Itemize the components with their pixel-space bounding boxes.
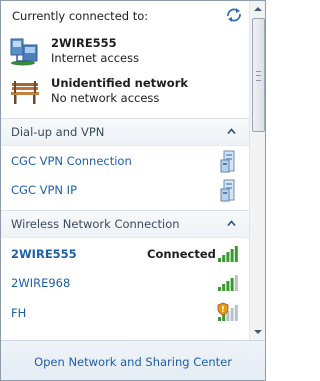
group-header-dialup-vpn[interactable]: Dial-up and VPN	[1, 118, 249, 146]
network-flyout: Currently connected to: 2WIRE555 Interne…	[0, 0, 266, 381]
signal-strength-icon	[218, 275, 238, 291]
security-shield-icon: !	[217, 302, 229, 316]
signal-bar	[226, 281, 230, 291]
collapse-caret-icon[interactable]	[227, 127, 236, 136]
vpn-item-cgc-vpn-ip[interactable]: CGC VPN IP	[1, 178, 249, 202]
wifi-item-fh[interactable]: FH !	[1, 300, 249, 326]
vpn-item-cgc-vpn-connection[interactable]: CGC VPN Connection	[1, 149, 249, 173]
network-list: Currently connected to: 2WIRE555 Interne…	[1, 1, 249, 340]
park-bench-icon	[11, 81, 39, 104]
group-header-wireless[interactable]: Wireless Network Connection	[1, 210, 249, 238]
signal-bar	[222, 255, 226, 262]
collapse-caret-icon[interactable]	[227, 219, 236, 228]
vertical-scrollbar[interactable]	[249, 1, 266, 340]
group-title: Wireless Network Connection	[11, 217, 180, 231]
connected-network-status: No network access	[51, 91, 160, 105]
wifi-item-label: FH	[11, 306, 27, 320]
vpn-item-label: CGC VPN IP	[11, 183, 78, 197]
scroll-up-arrow-icon[interactable]	[250, 1, 266, 17]
signal-bar	[218, 258, 221, 262]
signal-bar	[218, 317, 221, 321]
signal-bar	[234, 305, 238, 321]
network-computers-icon	[10, 38, 38, 66]
thumb-grip	[256, 71, 261, 81]
vpn-item-label: CGC VPN Connection	[11, 154, 132, 168]
group-title: Dial-up and VPN	[11, 125, 105, 139]
signal-bar	[234, 246, 238, 262]
connected-network-name: 2WIRE555	[51, 36, 117, 50]
signal-bar	[222, 284, 226, 291]
vpn-server-icon	[220, 150, 235, 173]
signal-bar	[218, 287, 221, 291]
signal-bar	[226, 252, 230, 262]
wifi-item-label: 2WIRE555	[11, 247, 77, 261]
connected-network-name: Unidentified network	[51, 76, 189, 90]
wifi-connected-status: Connected	[147, 247, 216, 261]
connected-network-2wire555: 2WIRE555 Internet access	[9, 35, 247, 69]
svg-text:!: !	[221, 305, 225, 314]
connected-network-unidentified: Unidentified network No network access	[9, 75, 247, 109]
vpn-server-icon	[220, 179, 235, 202]
open-network-sharing-center-link[interactable]: Open Network and Sharing Center	[1, 355, 265, 369]
scrollbar-thumb[interactable]	[252, 18, 265, 132]
flyout-footer: Open Network and Sharing Center	[1, 340, 265, 380]
signal-strength-icon	[218, 246, 238, 262]
wifi-item-2wire968[interactable]: 2WIRE968	[1, 270, 249, 296]
wifi-item-label: 2WIRE968	[11, 276, 71, 290]
refresh-icon[interactable]	[225, 7, 243, 23]
signal-bar	[234, 275, 238, 291]
signal-bar	[230, 308, 234, 321]
currently-connected-heading: Currently connected to:	[12, 9, 149, 23]
signal-bar	[230, 249, 234, 262]
signal-bar	[230, 278, 234, 291]
scroll-down-arrow-icon[interactable]	[250, 324, 266, 340]
connected-network-status: Internet access	[51, 51, 140, 65]
wifi-item-2wire555[interactable]: 2WIRE555 Connected	[1, 241, 249, 267]
